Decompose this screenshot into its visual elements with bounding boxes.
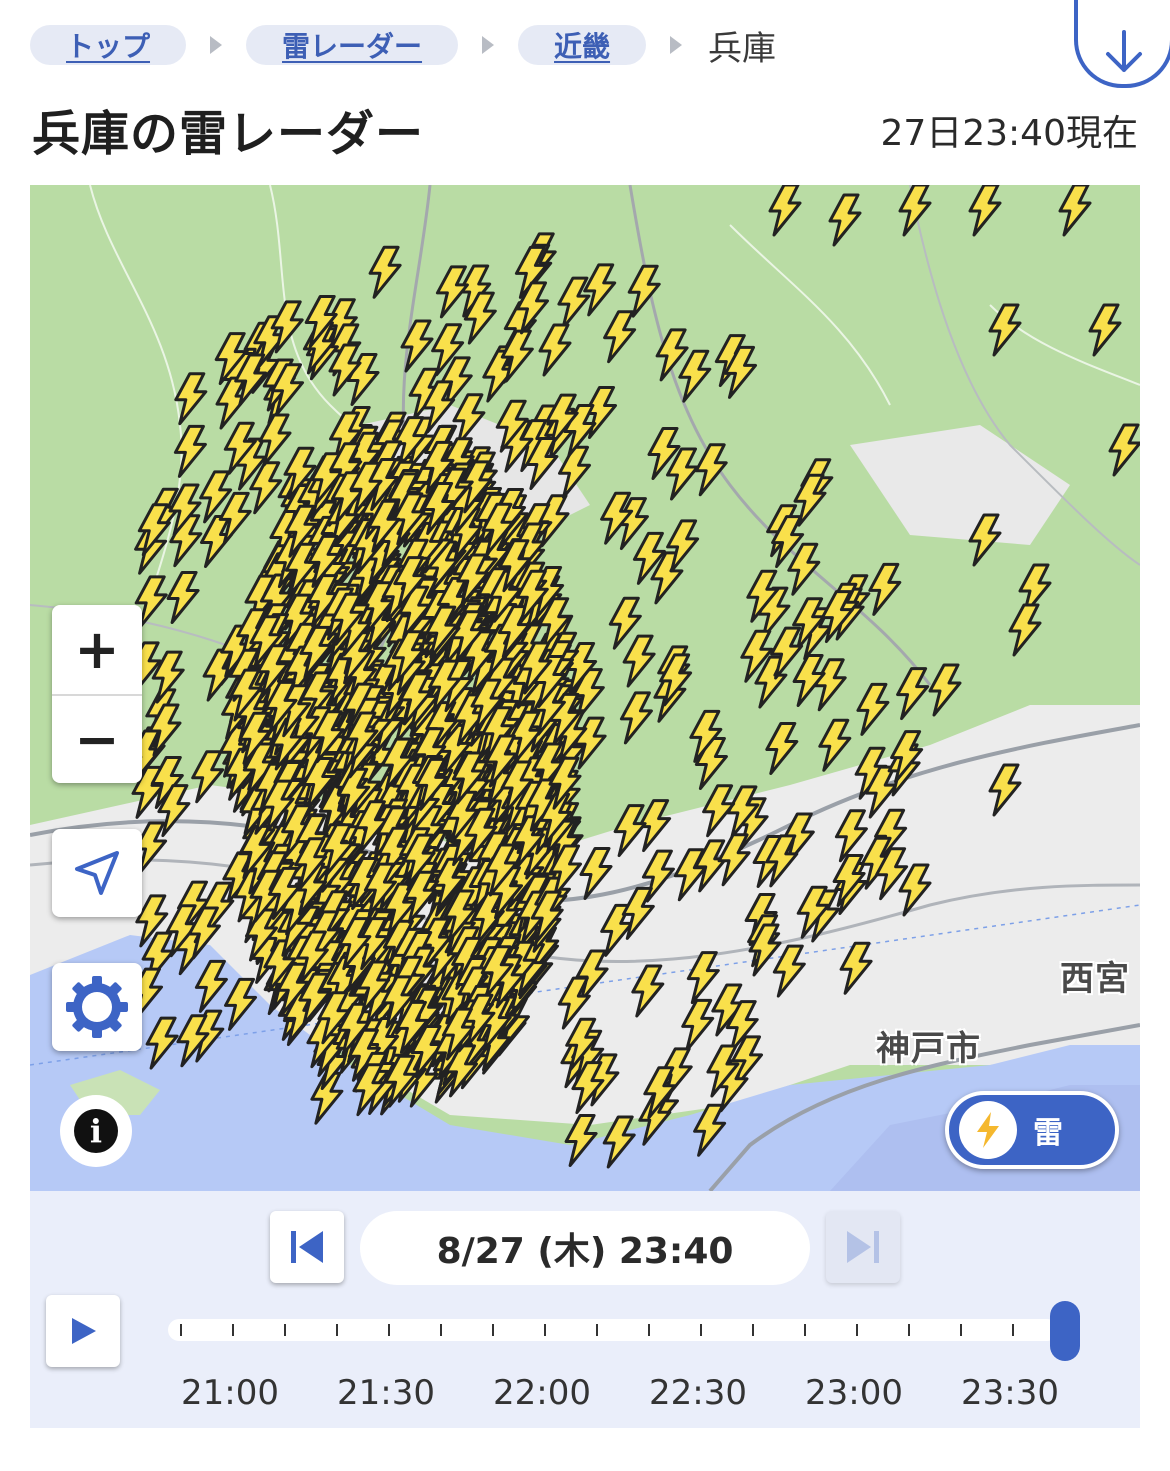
lightning-strike-icon bbox=[928, 663, 962, 717]
breadcrumb-top-link[interactable]: トップ bbox=[30, 25, 187, 65]
timeline-minor-tick bbox=[752, 1324, 754, 1336]
timeline-minor-tick bbox=[804, 1324, 806, 1336]
lightning-strike-icon bbox=[270, 300, 304, 354]
lightning-strike-icon bbox=[896, 667, 930, 721]
lightning-strike-icon bbox=[818, 718, 852, 772]
lightning-strike-icon bbox=[765, 722, 799, 775]
lightning-strike-icon bbox=[1088, 303, 1122, 357]
navigation-arrow-icon bbox=[75, 851, 119, 895]
arrow-down-icon bbox=[1106, 30, 1142, 72]
lightning-strike-icon bbox=[603, 310, 637, 364]
skip-back-icon bbox=[291, 1231, 323, 1263]
lightning-strike-icon bbox=[898, 185, 932, 237]
timeline-tick-label: 21:00 bbox=[181, 1373, 279, 1413]
skip-to-latest-button[interactable] bbox=[826, 1211, 900, 1283]
lightning-strike-icon bbox=[868, 562, 902, 616]
zoom-out-button[interactable]: − bbox=[52, 694, 142, 783]
timeline-minor-tick bbox=[180, 1324, 182, 1336]
info-icon: i bbox=[74, 1109, 118, 1153]
breadcrumb-separator-icon bbox=[482, 36, 495, 54]
timeline-minor-tick bbox=[284, 1324, 286, 1336]
timeline-panel: 8/27 (木) 23:40 21:00 21:30 22:00 22:30 23:00… bbox=[30, 1191, 1140, 1428]
lightning-strike-icon bbox=[435, 265, 469, 319]
lightning-strike-icon bbox=[856, 682, 890, 736]
play-icon bbox=[72, 1318, 96, 1344]
breadcrumb: トップ 雷レーダー 近畿 兵庫 bbox=[30, 24, 776, 69]
timeline-minor-tick bbox=[492, 1324, 494, 1336]
lightning-strike-icon bbox=[1108, 423, 1140, 477]
gear-icon bbox=[66, 976, 128, 1038]
timeline-tick-label: 23:00 bbox=[805, 1373, 903, 1413]
breadcrumb-separator-icon bbox=[210, 36, 223, 54]
zoom-control: + − bbox=[52, 605, 142, 783]
breadcrumb-kinki-link[interactable]: 近畿 bbox=[518, 25, 647, 65]
breadcrumb-separator-icon bbox=[670, 36, 683, 54]
lightning-strike-icon bbox=[500, 329, 534, 383]
timeline-minor-tick bbox=[336, 1324, 338, 1336]
lightning-strike-icon bbox=[770, 626, 804, 680]
lightning-strike-icon bbox=[166, 571, 200, 624]
timeline-minor-tick bbox=[440, 1324, 442, 1336]
settings-button[interactable] bbox=[52, 963, 142, 1051]
lightning-strike-icon bbox=[768, 185, 802, 237]
lightning-strike-icon bbox=[174, 372, 208, 426]
lightning-strike-icon bbox=[583, 263, 617, 317]
timeline-tick-label: 21:30 bbox=[337, 1373, 435, 1413]
lightning-strike-icon bbox=[169, 514, 203, 568]
info-button[interactable]: i bbox=[60, 1095, 132, 1167]
timeline-minor-tick bbox=[856, 1324, 858, 1336]
lightning-strike-icon bbox=[988, 303, 1022, 357]
skip-to-first-button[interactable] bbox=[270, 1211, 344, 1283]
lightning-strike-icon bbox=[813, 658, 847, 712]
breadcrumb-current: 兵庫 bbox=[708, 28, 777, 69]
play-button[interactable] bbox=[46, 1295, 120, 1367]
lightning-strike-icon bbox=[666, 519, 700, 573]
timeline-slider-handle[interactable] bbox=[1050, 1301, 1080, 1361]
current-location-button[interactable] bbox=[52, 829, 142, 917]
timeline-minor-tick bbox=[1012, 1324, 1014, 1336]
timeline-minor-tick bbox=[596, 1324, 598, 1336]
layer-toggle-label: 雷 bbox=[1033, 1116, 1063, 1151]
lightning-layer-toggle[interactable]: 雷 bbox=[945, 1091, 1119, 1169]
lightning-strike-icon bbox=[1008, 603, 1042, 657]
lightning-strike-icon bbox=[792, 654, 826, 707]
lightning-strike-icon bbox=[538, 323, 572, 377]
timeline-minor-tick bbox=[388, 1324, 390, 1336]
radar-map[interactable]: 西宮 神戸市 + − i 雷 bbox=[30, 185, 1140, 1191]
lightning-strike-icon bbox=[218, 491, 252, 545]
lightning-strike-icon bbox=[368, 245, 402, 299]
breadcrumb-radar-link[interactable]: 雷レーダー bbox=[246, 25, 459, 65]
lightning-icon bbox=[959, 1101, 1017, 1159]
skip-forward-icon bbox=[847, 1231, 879, 1263]
lightning-strike-icon bbox=[557, 276, 591, 330]
timeline-minor-tick bbox=[908, 1324, 910, 1336]
lightning-strike-icon bbox=[793, 473, 827, 527]
timeline-tick-label: 22:00 bbox=[493, 1373, 591, 1413]
timeline-minor-tick bbox=[648, 1324, 650, 1336]
lightning-strike-icon bbox=[968, 185, 1002, 237]
current-time: 27日23:40現在 bbox=[880, 113, 1138, 154]
lightning-strike-icon bbox=[622, 634, 656, 688]
timeline-minor-tick bbox=[544, 1324, 546, 1336]
timeline-minor-tick bbox=[700, 1324, 702, 1336]
lightning-strike-icon bbox=[678, 349, 712, 403]
timeline-tick-label: 22:30 bbox=[649, 1373, 747, 1413]
timeline-slider-track[interactable] bbox=[168, 1319, 1058, 1341]
place-label-kobe: 神戸市 bbox=[876, 1029, 981, 1069]
timeline-minor-tick bbox=[960, 1324, 962, 1336]
scroll-down-button[interactable] bbox=[1074, 0, 1170, 88]
place-label-nishinomiya: 西宮 bbox=[1060, 959, 1130, 999]
lightning-strike-icon bbox=[400, 319, 434, 373]
lightning-strike-icon bbox=[828, 193, 862, 247]
lightning-strike-icon bbox=[258, 413, 292, 467]
lightning-strike-icon bbox=[694, 443, 728, 497]
lightning-strike-icon bbox=[1058, 185, 1092, 237]
current-datetime-display: 8/27 (木) 23:40 bbox=[360, 1211, 810, 1285]
timeline-minor-tick bbox=[232, 1324, 234, 1336]
lightning-strike-icon bbox=[619, 691, 653, 745]
timeline-tick-label: 23:30 bbox=[961, 1373, 1059, 1413]
zoom-in-button[interactable]: + bbox=[52, 605, 142, 694]
page-title: 兵庫の雷レーダー bbox=[32, 106, 425, 162]
lightning-strike-icon bbox=[573, 716, 607, 770]
